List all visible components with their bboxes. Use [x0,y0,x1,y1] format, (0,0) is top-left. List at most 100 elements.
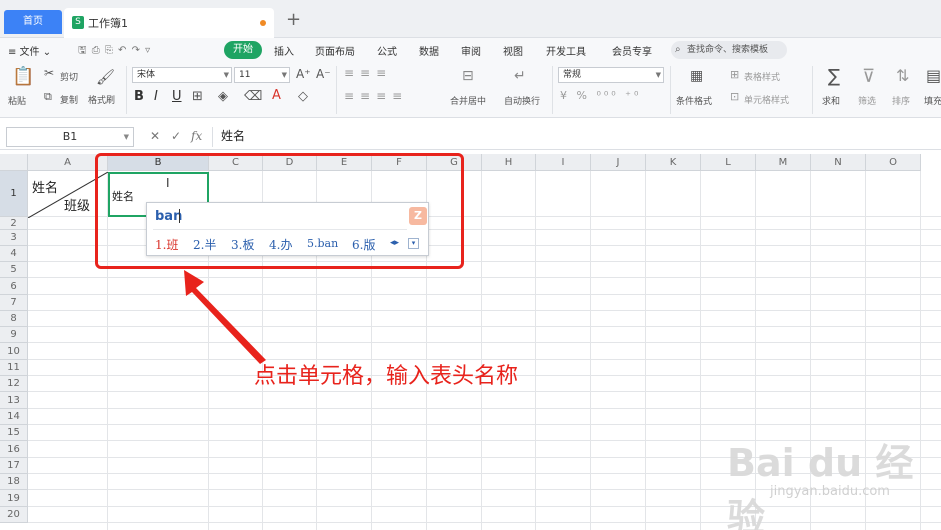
function-icon[interactable]: fx [191,129,202,143]
conditional-format-icon: ▦ [690,68,704,84]
row-header-5[interactable]: 5 [0,262,28,278]
row-header-11[interactable]: 11 [0,360,28,376]
row-header-18[interactable]: 18 [0,474,28,490]
cancel-icon[interactable]: ✕ [150,129,160,143]
conditional-format-button[interactable]: 条件格式 [676,94,712,107]
column-header-i[interactable]: I [536,154,591,171]
toolbar-divider [552,66,553,114]
chevron-down-icon: ▼ [655,71,661,79]
select-all-corner[interactable] [0,154,28,171]
column-header-o[interactable]: O [866,154,921,171]
formula-bar: B1 ▼ ✕ ✓ fx 姓名 [0,124,941,150]
row-header-19[interactable]: 19 [0,490,28,507]
menu-page-layout[interactable]: 页面布局 [315,43,355,58]
row-header-9[interactable]: 9 [0,327,28,343]
merge-center-button[interactable]: 合并居中 [450,94,486,107]
grid-line [481,171,482,530]
format-painter-button[interactable]: 格式刷 [88,93,115,106]
command-search[interactable]: ⌕ 查找命令、搜索模板 [671,41,787,59]
font-name-select[interactable]: 宋体 ▼ [132,67,232,83]
align-horizontal-icons[interactable]: ≡≡≡≡ [344,89,408,103]
align-top-icons[interactable]: ≡≡≡ [344,66,392,80]
bold-icon[interactable]: B [134,89,144,104]
command-search-placeholder: 查找命令、搜索模板 [687,45,769,55]
row-header-2[interactable]: 2 [0,217,28,230]
menu-insert[interactable]: 插入 [274,43,294,58]
paste-button[interactable]: 粘贴 [8,94,26,107]
border-icon[interactable]: ⊞ [192,89,203,104]
toolbar-divider [812,66,813,114]
quick-access-icons[interactable]: 🖫 ⎙ ⎘ ↶ ↷ ▿ [78,43,151,60]
paste-icon[interactable]: 📋 [12,66,34,87]
decrease-font-icon[interactable]: A⁻ [316,67,331,81]
scissors-icon: ✂ [44,66,55,80]
document-tab[interactable]: S 工作簿1 [64,8,274,38]
grid-line [28,294,941,295]
table-style-button[interactable]: 表格样式 [744,70,780,83]
column-header-k[interactable]: K [646,154,701,171]
erase-icon[interactable]: ⌫ [244,89,262,104]
menu-data[interactable]: 数据 [419,43,439,58]
copy-button[interactable]: 复制 [60,93,78,106]
search-icon: ⌕ [675,44,681,55]
name-box[interactable]: B1 ▼ [6,127,134,147]
file-menu[interactable]: ≡ 文件 ⌄ [8,43,51,58]
number-format-select[interactable]: 常规 ▼ [558,67,664,83]
increase-font-icon[interactable]: A⁺ [296,67,311,81]
filter-icon: ⊽ [862,66,876,87]
column-header-m[interactable]: M [756,154,811,171]
sum-button[interactable]: 求和 [822,94,840,107]
grid-line [535,171,536,530]
menu-view[interactable]: 视图 [503,43,523,58]
fill-color-icon[interactable]: ◈ [218,89,228,104]
cut-button[interactable]: 剪切 [60,70,78,83]
row-header-7[interactable]: 7 [0,295,28,311]
row-header-3[interactable]: 3 [0,230,28,246]
watermark-logo: Bai du 经验 [727,441,914,530]
grid-line [28,391,941,392]
column-header-l[interactable]: L [701,154,756,171]
number-format-icons[interactable]: ¥ % ⁰⁰⁰ ⁺⁰ [560,89,641,102]
spreadsheet-icon: S [72,16,84,29]
underline-icon[interactable]: U [172,89,182,104]
chevron-down-icon: ▼ [123,133,129,141]
cell-style-button[interactable]: 单元格样式 [744,93,789,106]
formula-input[interactable]: 姓名 [212,127,939,147]
row-header-10[interactable]: 10 [0,343,28,360]
row-header-16[interactable]: 16 [0,441,28,458]
font-color-icon[interactable]: A [272,88,281,103]
row-header-15[interactable]: 15 [0,425,28,441]
column-header-n[interactable]: N [811,154,866,171]
home-tab[interactable]: 首页 [4,10,62,34]
chevron-down-icon: ▼ [223,71,229,79]
grid-line [28,424,941,425]
row-header-8[interactable]: 8 [0,311,28,327]
menu-membership[interactable]: 会员专享 [612,43,652,58]
menu-review[interactable]: 审阅 [461,43,481,58]
row-header-14[interactable]: 14 [0,409,28,425]
font-size-select[interactable]: 11 ▼ [234,67,290,83]
menu-formulas[interactable]: 公式 [377,43,397,58]
row-header-13[interactable]: 13 [0,392,28,409]
sort-button[interactable]: 排序 [892,94,910,107]
menu-developer[interactable]: 开发工具 [546,43,586,58]
new-tab-button[interactable]: + [286,9,301,30]
row-header-12[interactable]: 12 [0,376,28,392]
column-header-h[interactable]: H [482,154,536,171]
row-header-4[interactable]: 4 [0,246,28,262]
clear-format-icon[interactable]: ◇ [298,89,308,104]
row-header-20[interactable]: 20 [0,507,28,523]
grid-line [28,310,941,311]
fill-button[interactable]: 填充 [924,94,941,107]
row-header-1[interactable]: 1 [0,171,28,217]
italic-icon[interactable]: I [154,89,158,104]
row-header-17[interactable]: 17 [0,458,28,474]
menu-start[interactable]: 开始 [224,41,262,59]
grid-line [700,171,701,530]
column-header-j[interactable]: J [591,154,646,171]
wrap-text-button[interactable]: 自动换行 [504,94,540,107]
sort-icon: ⇅ [896,66,910,85]
row-header-6[interactable]: 6 [0,278,28,295]
confirm-icon[interactable]: ✓ [171,129,181,143]
filter-button[interactable]: 筛选 [858,94,876,107]
